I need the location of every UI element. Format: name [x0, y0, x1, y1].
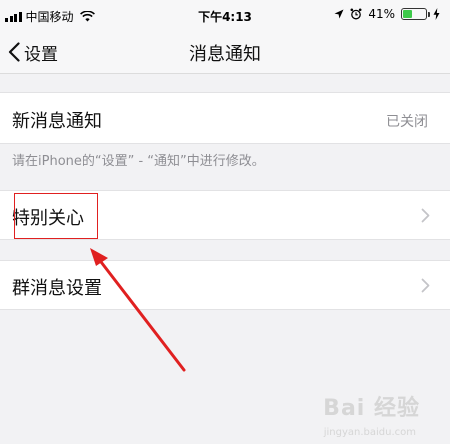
group-message-settings-label: 群消息设置: [12, 278, 102, 299]
battery-percent: 41%: [368, 7, 395, 21]
highlight-box: [14, 193, 98, 239]
status-bar: 中国移动 下午4:13 41%: [0, 0, 450, 30]
back-button[interactable]: 设置: [8, 38, 58, 66]
navigation-bar: 设置 消息通知: [0, 30, 450, 74]
screen: 中国移动 下午4:13 41% 设置 消息通知 新消息通知 已关闭 请在iPho…: [0, 0, 450, 444]
battery-icon: [401, 8, 430, 20]
charging-icon: [433, 8, 440, 20]
chevron-left-icon: [8, 42, 20, 62]
alarm-icon: [350, 8, 362, 20]
new-message-notification-label: 新消息通知: [12, 111, 102, 132]
new-message-notification-status: 已关闭: [386, 114, 428, 130]
notification-hint: 请在iPhone的“设置” - “通知”中进行修改。: [12, 154, 265, 169]
back-label: 设置: [24, 44, 58, 65]
location-icon: [334, 9, 344, 19]
new-message-notification-row[interactable]: 新消息通知 已关闭: [0, 92, 450, 144]
status-right: 41%: [334, 7, 440, 21]
chevron-right-icon: [421, 278, 430, 293]
baidu-jingyan-watermark: Bai 经验: [323, 396, 420, 421]
group-message-settings-row[interactable]: 群消息设置: [0, 260, 450, 310]
watermark-url: jingyan.baidu.com: [323, 427, 416, 438]
chevron-right-icon: [421, 208, 430, 223]
page-title: 消息通知: [189, 44, 261, 65]
battery-level: [403, 10, 413, 18]
